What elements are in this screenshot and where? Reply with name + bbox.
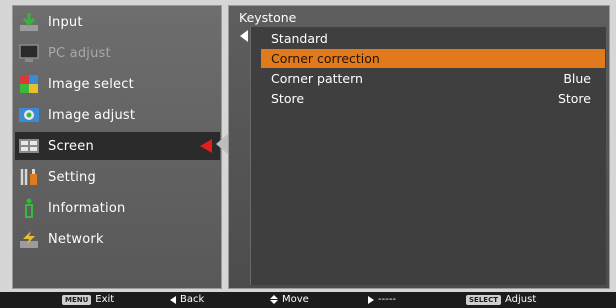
information-icon: [18, 197, 40, 219]
row-label: Standard: [271, 31, 328, 46]
hint-back: Back: [170, 294, 204, 305]
hint-select: SELECT Adjust: [466, 294, 536, 305]
hint-exit-label: Exit: [95, 294, 115, 305]
image-adjust-icon: [18, 104, 40, 126]
hint-move: Move: [270, 294, 309, 305]
footer-hint-bar: MENU Exit Back Move ----- SELECT Adjust: [0, 292, 616, 308]
hint-exit: MENU Exit: [62, 294, 114, 305]
pc-adjust-icon: [18, 42, 40, 64]
menu-item-input[interactable]: Input: [15, 8, 220, 36]
submenu-row-corner-pattern[interactable]: Corner pattern Blue: [261, 69, 605, 88]
hint-select-label: Adjust: [504, 294, 537, 305]
submenu-list: Standard Corner correction Corner patter…: [250, 27, 606, 285]
keystone-submenu-panel: Keystone Standard Corner correction Corn…: [228, 5, 610, 289]
row-label: Corner pattern: [271, 71, 363, 86]
menu-item-label: Screen: [48, 138, 94, 154]
menu-item-label: Setting: [48, 169, 96, 185]
row-label: Corner correction: [271, 51, 380, 66]
right-arrow-icon: [368, 295, 374, 304]
select-key-icon: SELECT: [466, 294, 501, 305]
left-arrow-icon: [170, 295, 176, 304]
menu-item-image-select[interactable]: Image select: [15, 70, 220, 98]
hint-move-label: Move: [282, 294, 309, 305]
menu-item-pc-adjust[interactable]: PC adjust: [15, 39, 220, 67]
submenu-row-corner-correction[interactable]: Corner correction: [261, 49, 605, 68]
up-down-arrow-icon: [270, 295, 278, 304]
row-label: Store: [271, 91, 305, 106]
menu-item-label: Image select: [48, 76, 134, 92]
row-value: Store: [557, 91, 591, 106]
menu-item-label: Input: [48, 14, 83, 30]
menu-item-label: Information: [48, 200, 126, 216]
selection-arrow-icon: [200, 139, 212, 153]
network-icon: [18, 228, 40, 250]
menu-item-information[interactable]: Information: [15, 194, 220, 222]
submenu-row-store[interactable]: Store Store: [261, 89, 605, 108]
row-value: Blue: [563, 71, 591, 86]
menu-item-label: Image adjust: [48, 107, 136, 123]
submenu-row-standard[interactable]: Standard: [261, 29, 605, 48]
hint-back-label: Back: [180, 294, 205, 305]
menu-key-icon: MENU: [62, 294, 92, 305]
main-menu-panel: Input PC adjust Image select Image adjus…: [12, 5, 222, 289]
menu-item-label: PC adjust: [48, 45, 111, 61]
menu-item-screen[interactable]: Screen: [15, 132, 220, 160]
menu-item-label: Network: [48, 231, 104, 247]
menu-item-setting[interactable]: Setting: [15, 163, 220, 191]
hint-right-label: -----: [378, 294, 397, 305]
menu-item-network[interactable]: Network: [15, 225, 220, 253]
setting-icon: [18, 166, 40, 188]
hint-right: -----: [368, 294, 396, 305]
screen-icon: [18, 135, 40, 157]
menu-item-image-adjust[interactable]: Image adjust: [15, 101, 220, 129]
submenu-connector: [216, 134, 228, 154]
back-arrow-icon[interactable]: [240, 30, 248, 42]
image-select-icon: [18, 73, 40, 95]
submenu-title: Keystone: [239, 10, 297, 25]
input-icon: [18, 11, 40, 33]
